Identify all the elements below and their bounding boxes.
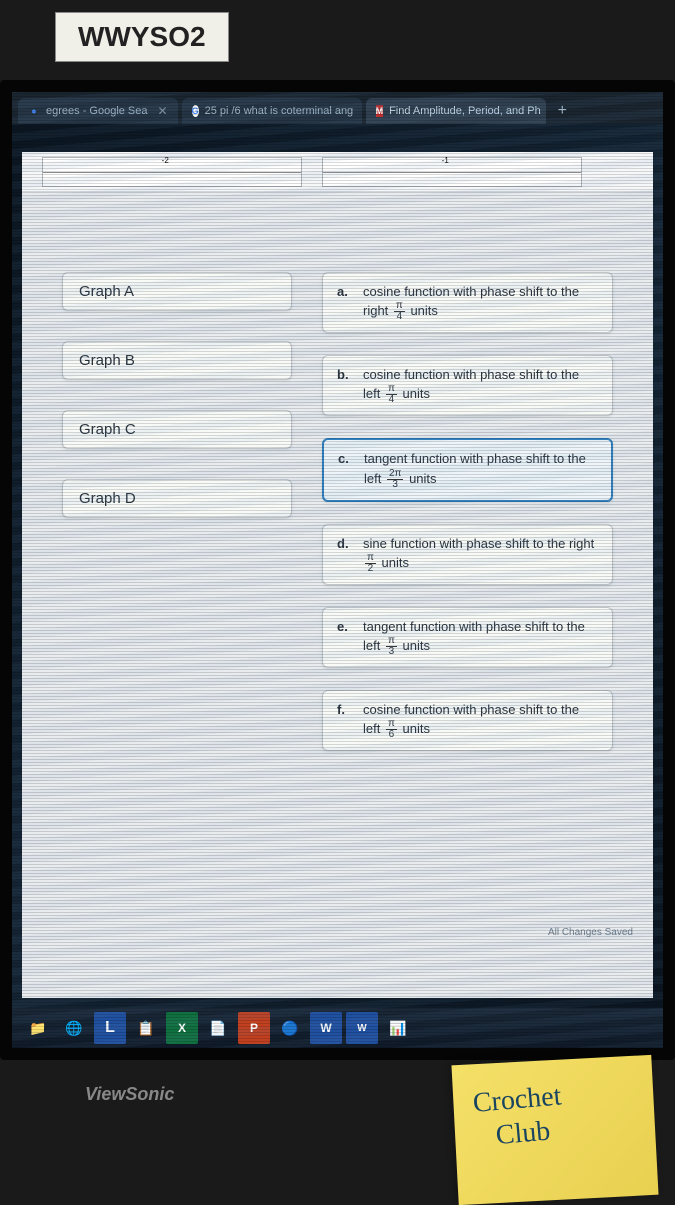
new-tab-button[interactable]: +	[550, 98, 575, 124]
graph-label: Graph A	[79, 283, 134, 300]
chrome-icon[interactable]: 🔵	[274, 1012, 306, 1044]
answer-text: tangent function with phase shift to the…	[363, 618, 598, 657]
answer-option-b[interactable]: b. cosine function with phase shift to t…	[322, 355, 613, 416]
quiz-content: Graph A Graph B Graph C Graph D a.	[22, 192, 653, 771]
answer-text: sine function with phase shift to the ri…	[363, 535, 598, 574]
screen-area: ● egrees - Google Sea ✕ G 25 pi /6 what …	[12, 92, 663, 1048]
physical-label: WWYSO2	[55, 12, 229, 62]
graphs-column: Graph A Graph B Graph C Graph D	[62, 272, 292, 751]
app-icon[interactable]: L	[94, 1012, 126, 1044]
tab-title: 25 pi /6 what is coterminal ang	[205, 105, 354, 117]
app-icon[interactable]: 📋	[130, 1012, 162, 1044]
word-icon[interactable]: W	[346, 1012, 378, 1044]
windows-taskbar: 📁 🌐 L 📋 X 📄 P 🔵 W W 📊	[12, 1008, 663, 1048]
powerpoint-icon[interactable]: P	[238, 1012, 270, 1044]
answer-letter: f.	[337, 701, 353, 740]
explorer-icon[interactable]: 📁	[22, 1012, 54, 1044]
edge-icon[interactable]: 🌐	[58, 1012, 90, 1044]
answer-letter: e.	[337, 618, 353, 657]
browser-tab-0[interactable]: ● egrees - Google Sea ✕	[18, 98, 178, 124]
word-icon[interactable]: W	[310, 1012, 342, 1044]
monitor-brand-label: ViewSonic	[85, 1084, 174, 1105]
answer-option-a[interactable]: a. cosine function with phase shift to t…	[322, 272, 613, 333]
answer-letter: b.	[337, 366, 353, 405]
page-content: -2 -1 Graph A Graph B Graph C	[22, 152, 653, 998]
answer-text: tangent function with phase shift to the…	[364, 450, 597, 489]
saved-indicator: All Changes Saved	[548, 927, 633, 938]
answers-column: a. cosine function with phase shift to t…	[322, 272, 613, 751]
google-icon: ●	[28, 105, 40, 117]
app-icon[interactable]: 📄	[202, 1012, 234, 1044]
answer-text: cosine function with phase shift to the …	[363, 366, 598, 405]
tab-title: Find Amplitude, Period, and Ph	[389, 105, 541, 117]
excel-icon[interactable]: X	[166, 1012, 198, 1044]
graph-option-d[interactable]: Graph D	[62, 479, 292, 518]
monitor-frame: ● egrees - Google Sea ✕ G 25 pi /6 what …	[0, 80, 675, 1060]
graph-label: Graph D	[79, 490, 136, 507]
graph-preview-bar: -2 -1	[22, 152, 653, 192]
answer-option-e[interactable]: e. tangent function with phase shift to …	[322, 607, 613, 668]
graph-option-c[interactable]: Graph C	[62, 410, 292, 449]
graph-label: Graph B	[79, 352, 135, 369]
graph-label: Graph C	[79, 421, 136, 438]
mini-graph-left: -2	[42, 157, 302, 187]
answer-text: cosine function with phase shift to the …	[363, 283, 598, 322]
answer-letter: a.	[337, 283, 353, 322]
mini-graph-right: -1	[322, 157, 582, 187]
browser-tab-2[interactable]: M Find Amplitude, Period, and Ph ✕	[366, 98, 546, 124]
graph-option-b[interactable]: Graph B	[62, 341, 292, 380]
answer-option-d[interactable]: d. sine function with phase shift to the…	[322, 524, 613, 585]
browser-tab-bar: ● egrees - Google Sea ✕ G 25 pi /6 what …	[12, 92, 663, 124]
answer-letter: c.	[338, 450, 354, 489]
answer-letter: d.	[337, 535, 353, 574]
answer-option-f[interactable]: f. cosine function with phase shift to t…	[322, 690, 613, 751]
mathway-icon: M	[376, 105, 384, 117]
sticky-note-text: Crochet Club	[472, 1073, 637, 1154]
answer-text: cosine function with phase shift to the …	[363, 701, 598, 740]
sticky-note: Crochet Club	[451, 1055, 658, 1205]
tab-title: egrees - Google Sea	[46, 105, 148, 117]
graph-option-a[interactable]: Graph A	[62, 272, 292, 311]
browser-tab-1[interactable]: G 25 pi /6 what is coterminal ang ✕	[182, 98, 362, 124]
google-icon: G	[192, 105, 199, 117]
close-icon[interactable]: ✕	[158, 104, 168, 118]
app-icon[interactable]: 📊	[382, 1012, 414, 1044]
answer-option-c[interactable]: c. tangent function with phase shift to …	[322, 438, 613, 501]
